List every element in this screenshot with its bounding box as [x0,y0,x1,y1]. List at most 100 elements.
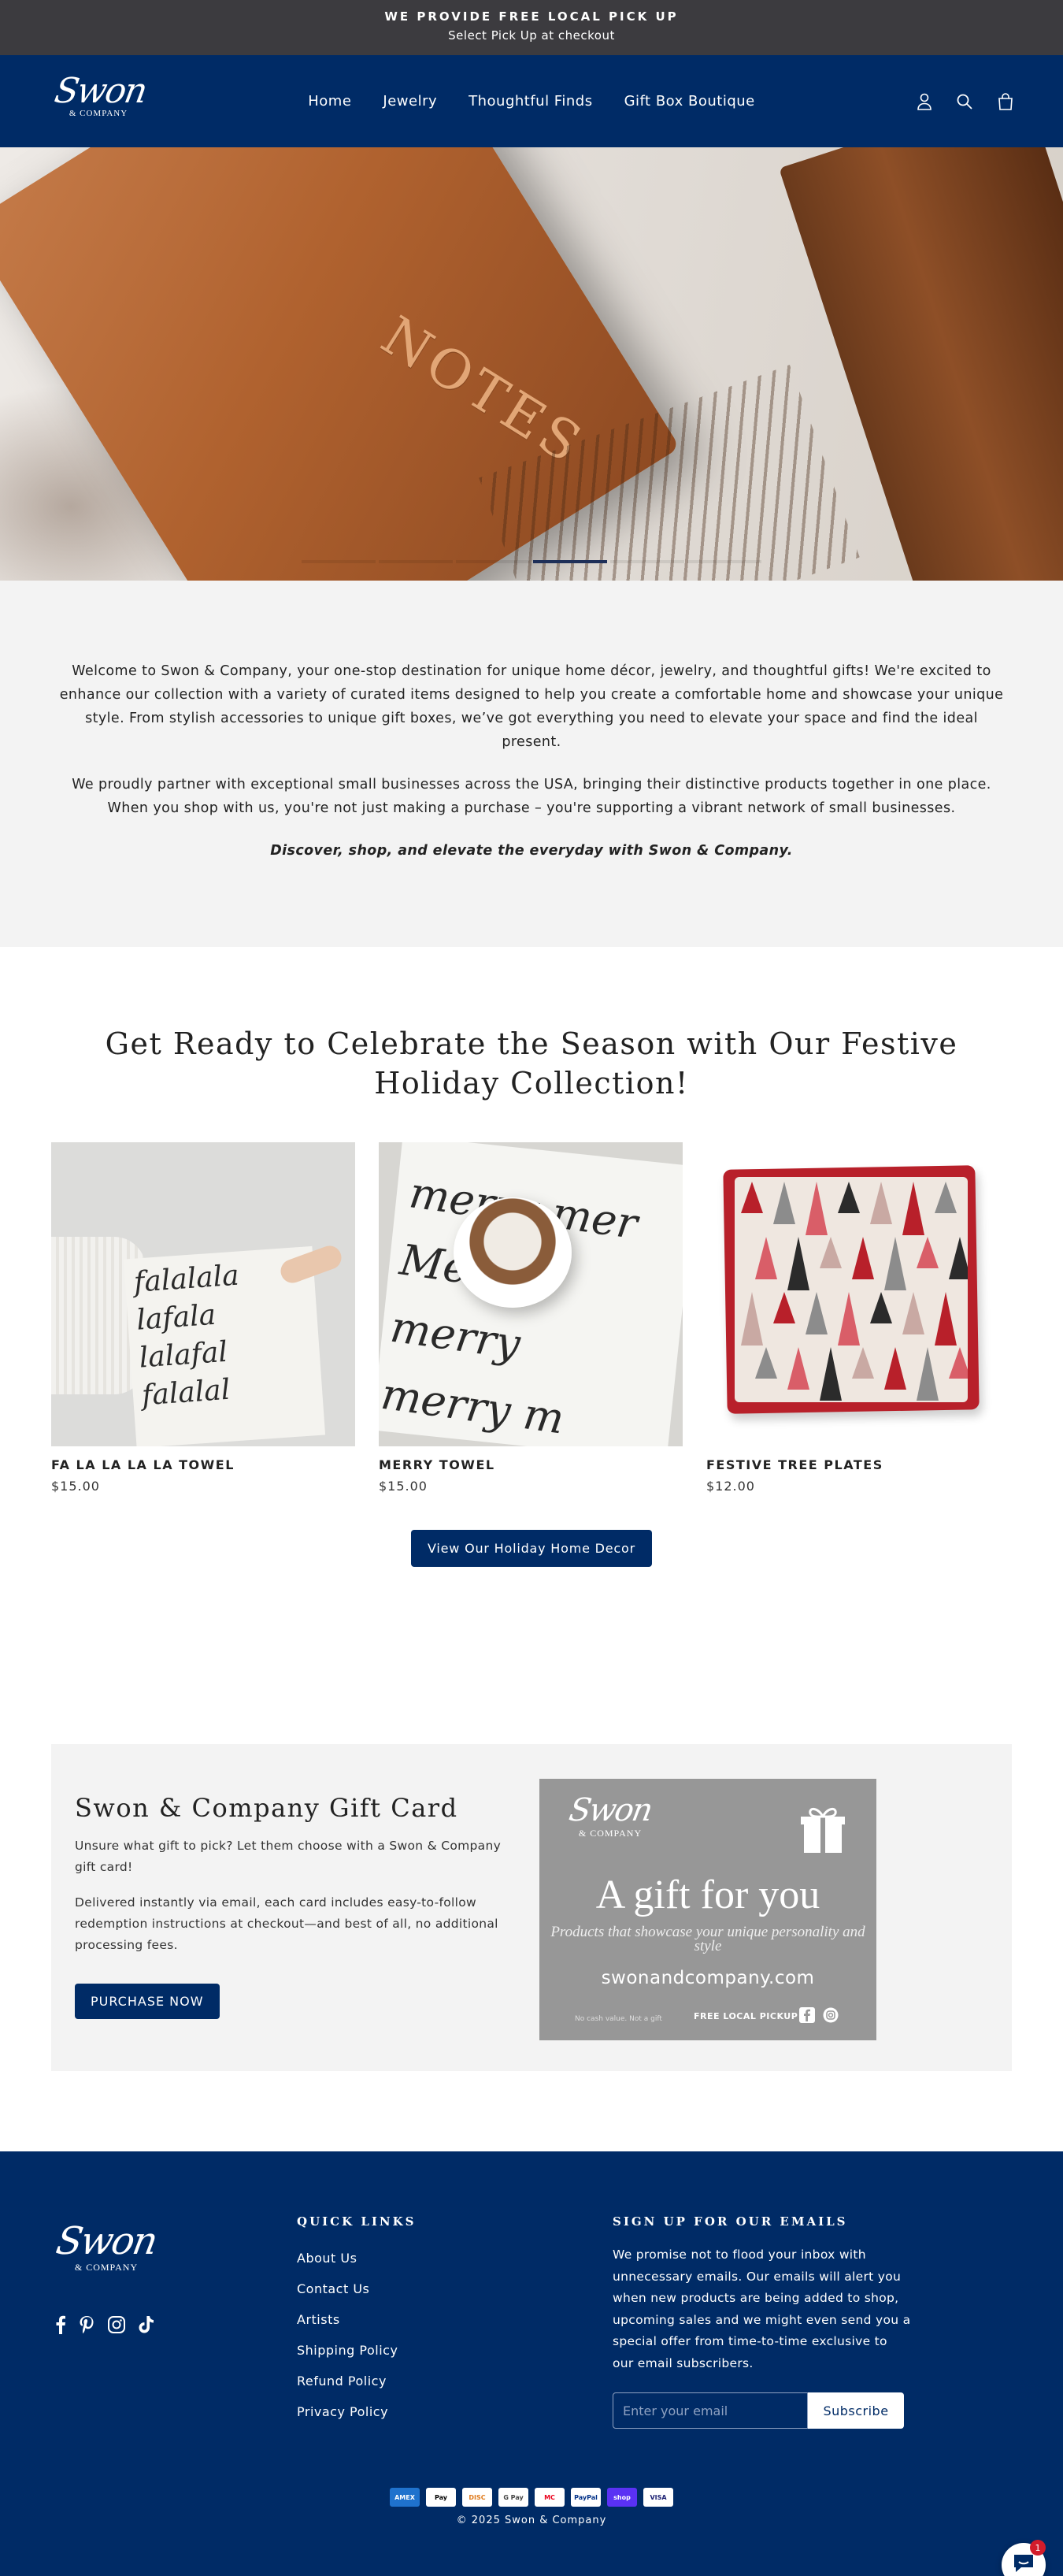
product-card[interactable]: merry merMerrymerrymerry m MERRY TOWEL $… [379,1142,683,1494]
product-image[interactable]: falalala lafala lalafal falalal [51,1142,355,1446]
purchase-now-button[interactable]: PURCHASE NOW [75,1984,220,2019]
plate-center [735,1177,968,1402]
slide-indicator-5[interactable] [610,560,684,563]
product-image[interactable]: merry merMerrymerrymerry m [379,1142,683,1446]
tree-motif [884,1237,906,1290]
slide-indicator-3[interactable] [456,560,530,563]
payment-badge-g-pay: G Pay [498,2488,528,2507]
footer-link-shipping-policy[interactable]: Shipping Policy [297,2343,398,2374]
gift-card-text-2: Delivered instantly via email, each card… [75,1895,498,1952]
product-name[interactable]: FESTIVE TREE PLATES [706,1457,1010,1472]
instagram-icon [823,2007,839,2026]
gift-card-panel: Swon & Company Gift Card Unsure what gif… [51,1744,1012,2071]
product-card[interactable]: falalala lafala lalafal falalal FA LA LA LA… [51,1142,355,1494]
footer-link-privacy-policy[interactable]: Privacy Policy [297,2404,398,2435]
tree-motif [935,1182,957,1213]
payment-badge-amex: AMEX [390,2488,420,2507]
slide-indicator-4[interactable] [533,560,607,563]
gift-card-image: Swon & COMPANY A gift for you Products t… [539,1779,876,2040]
tree-motif [806,1182,828,1235]
card-headline: A gift for you [595,1873,820,1917]
account-icon[interactable] [917,93,932,110]
footer-link-refund-policy[interactable]: Refund Policy [297,2374,398,2404]
search-icon[interactable] [956,93,973,110]
card-tagline: Products that showcase your unique perso… [550,1924,865,1954]
holiday-collection: Get Ready to Celebrate the Season with O… [0,947,1063,1744]
product-price: $12.00 [706,1479,755,1494]
tree-motif [787,1237,809,1290]
tree-motif [806,1292,828,1334]
nav-thoughtful-finds[interactable]: Thoughtful Finds [469,93,592,109]
payment-methods: AMEX Pay DISC G Pay MC PayPal shop VISA [0,2488,1063,2507]
signup-title: SIGN UP FOR OUR EMAILS [613,2214,848,2229]
tree-motif [935,1292,957,1346]
tree-motif [852,1237,874,1279]
chat-badge: 1 [1030,2540,1046,2556]
slide-indicator-1[interactable] [302,560,376,563]
email-input[interactable] [613,2392,808,2429]
tree-motif [755,1347,777,1379]
announcement-subtext: Select Pick Up at checkout [448,28,615,43]
instagram-icon[interactable] [107,2315,126,2337]
view-holiday-decor-button[interactable]: View Our Holiday Home Decor [411,1530,652,1567]
tree-motif [917,1347,939,1401]
tree-motif [838,1182,860,1213]
quick-links: About Us Contact Us Artists Shipping Pol… [297,2251,398,2435]
nav-jewelry[interactable]: Jewelry [383,93,437,109]
tiktok-icon[interactable] [139,2315,154,2337]
announcement-headline: WE PROVIDE FREE LOCAL PICK UP [384,9,679,24]
product-price: $15.00 [51,1479,100,1494]
chat-button[interactable]: 1 [1002,2540,1046,2576]
cart-icon[interactable] [997,92,1014,110]
payment-badge-disc: DISC [462,2488,492,2507]
slideshow-indicators [0,560,1063,563]
page: WE PROVIDE FREE LOCAL PICK UP Select Pic… [0,0,1063,2576]
product-grid: falalala lafala lalafal falalal FA LA LA LA… [0,1103,1063,1494]
payment-badge-visa: VISA [643,2488,673,2507]
footer-link-contact-us[interactable]: Contact Us [297,2281,398,2312]
tree-motif [902,1182,924,1235]
site-footer: Swon & COMPANY QUICK LINKS About Us Cont… [0,2151,1063,2576]
footer-link-artists[interactable]: Artists [297,2312,398,2343]
facebook-icon [799,2007,815,2026]
payment-badge-shop: shop [607,2488,637,2507]
card-logo-script: Swon [566,1792,654,1828]
product-image[interactable] [706,1142,1010,1446]
tree-motif [949,1347,968,1379]
gift-card-section: Swon & Company Gift Card Unsure what gif… [0,1744,1063,2071]
tree-motif [820,1237,842,1268]
announcement-bar: WE PROVIDE FREE LOCAL PICK UP Select Pic… [0,0,1063,55]
card-social [799,2007,839,2026]
holiday-heading: Get Ready to Celebrate the Season with O… [105,1026,958,1101]
payment-badge-mc: MC [535,2488,565,2507]
facebook-icon[interactable] [55,2315,66,2337]
slide-indicator-6[interactable] [687,560,761,563]
footer-logo[interactable]: Swon & COMPANY [53,2219,160,2273]
card-logo: Swon & COMPANY [559,1792,661,1839]
tree-motif [820,1347,842,1401]
tree-motif [838,1292,860,1346]
tree-motif [902,1292,924,1334]
signup-description: We promise not to flood your inbox with … [613,2248,911,2370]
site-header: Swon & COMPANY Home Jewelry Thoughtful F… [0,55,1063,147]
slide-indicator-2[interactable] [379,560,453,563]
footer-logo-script: Swon [53,2219,160,2263]
intro-tagline: Discover, shop, and elevate the everyday… [270,843,793,859]
intro-section: Welcome to Swon & Company, your one-stop… [0,581,1063,947]
card-logo-sub: & COMPANY [578,1828,643,1839]
subscribe-button[interactable]: Subscribe [808,2392,904,2429]
product-name[interactable]: MERRY TOWEL [379,1457,683,1472]
towel-script-print: falalala lafala lalafal falalal [132,1259,240,1412]
header-icons [917,55,1014,147]
tree-motif [852,1347,874,1379]
pinterest-icon[interactable] [79,2315,94,2337]
footer-link-about-us[interactable]: About Us [297,2251,398,2281]
nav-home[interactable]: Home [308,93,351,109]
tree-motif [741,1292,763,1346]
product-name[interactable]: FA LA LA LA LA TOWEL [51,1457,355,1472]
card-pickup-text: FREE LOCAL PICKUP [694,2011,798,2021]
nav-gift-box-boutique[interactable]: Gift Box Boutique [624,93,755,109]
product-card[interactable]: FESTIVE TREE PLATES $12.00 [706,1142,1010,1494]
tree-motif [917,1237,939,1268]
hero-slideshow[interactable]: NOTES [0,147,1063,581]
